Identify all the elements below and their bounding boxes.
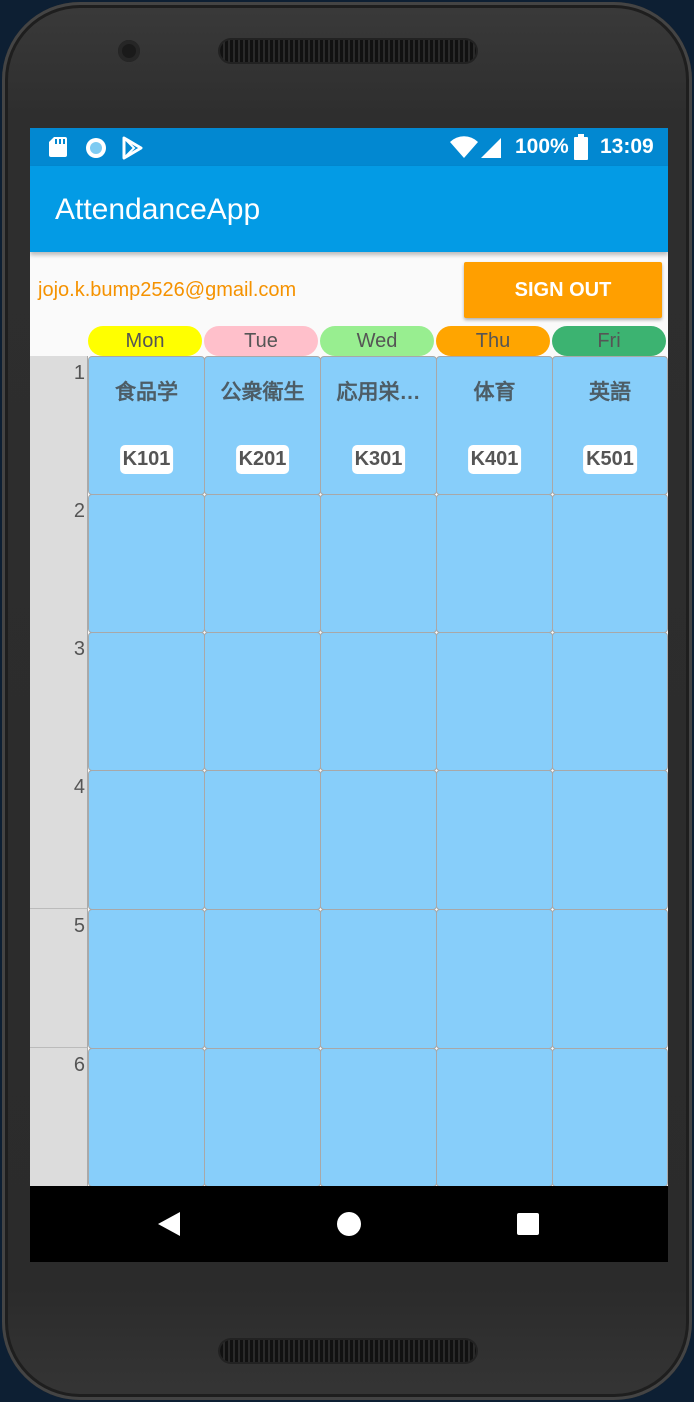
timetable-cell-fri-6[interactable]	[552, 1048, 668, 1187]
timetable-cell-mon-4[interactable]	[88, 770, 205, 910]
timetable-cell-thu-3[interactable]	[436, 632, 553, 771]
subject-name: 体育	[473, 381, 516, 404]
timetable-cell-wed-2[interactable]	[320, 494, 437, 633]
timetable-cell-wed-6[interactable]	[320, 1048, 437, 1187]
period-number: 3	[73, 638, 85, 660]
top-speaker	[220, 40, 476, 62]
timetable-cell-tue-3[interactable]	[204, 632, 321, 771]
battery-icon	[574, 134, 588, 160]
period-header-5: 5	[30, 909, 88, 1048]
sign-out-button[interactable]: SIGN OUT	[464, 262, 662, 318]
room-badge: K401	[467, 445, 522, 474]
bottom-speaker	[220, 1340, 476, 1362]
day-header-mon: Mon	[88, 326, 202, 356]
period-number: 2	[73, 500, 85, 522]
timetable-cell-mon-3[interactable]	[88, 632, 205, 771]
timetable-cell-thu-1[interactable]: 体育 K401	[436, 356, 553, 495]
timetable-cell-fri-4[interactable]	[552, 770, 668, 910]
period-number: 6	[73, 1054, 85, 1076]
subject-name: 英語	[589, 381, 631, 404]
period-header-6: 6	[30, 1048, 88, 1187]
navigation-bar	[30, 1186, 668, 1262]
clock: 13:09	[600, 135, 654, 158]
play-store-icon	[122, 136, 143, 160]
back-icon[interactable]	[156, 1210, 182, 1238]
period-number: 4	[73, 776, 85, 798]
timetable-cell-wed-5[interactable]	[320, 909, 437, 1049]
timetable-cell-tue-2[interactable]	[204, 494, 321, 633]
timetable-cell-mon-5[interactable]	[88, 909, 205, 1049]
room-badge: K201	[235, 445, 290, 474]
battery-percent: 100%	[515, 135, 569, 158]
timetable-cell-tue-5[interactable]	[204, 909, 321, 1049]
timetable-cell-thu-5[interactable]	[436, 909, 553, 1049]
period-header-3: 3	[30, 632, 88, 771]
room-badge: K101	[119, 445, 174, 474]
timetable-cell-thu-2[interactable]	[436, 494, 553, 633]
user-email: jojo.k.bump2526@gmail.com	[38, 279, 297, 301]
timetable-cell-fri-1[interactable]: 英語 K501	[552, 356, 668, 495]
day-header-thu: Thu	[436, 326, 550, 356]
period-header-2: 2	[30, 494, 88, 633]
day-header-wed: Wed	[320, 326, 434, 356]
timetable-cell-fri-5[interactable]	[552, 909, 668, 1049]
sd-card-icon	[49, 137, 67, 157]
day-header-fri: Fri	[552, 326, 666, 356]
screen: 100% 13:09 AttendanceApp jojo.k.bump2526…	[30, 128, 668, 1262]
timetable-cell-mon-6[interactable]	[88, 1048, 205, 1187]
app-bar: AttendanceApp	[30, 166, 668, 252]
phone-frame: 100% 13:09 AttendanceApp jojo.k.bump2526…	[2, 2, 692, 1400]
timetable-cell-wed-1[interactable]: 応用栄… K301	[320, 356, 437, 495]
room-badge: K301	[351, 445, 406, 474]
wifi-icon	[450, 136, 478, 158]
timetable-cell-fri-2[interactable]	[552, 494, 668, 633]
timetable-cell-tue-1[interactable]: 公衆衛生 K201	[204, 356, 321, 495]
period-header-4: 4	[30, 770, 88, 909]
timetable-cell-thu-4[interactable]	[436, 770, 553, 910]
timetable-cell-tue-6[interactable]	[204, 1048, 321, 1187]
period-header-1: 1	[30, 356, 88, 495]
subject-name: 応用栄…	[336, 381, 421, 404]
timetable-cell-fri-3[interactable]	[552, 632, 668, 771]
status-bar: 100% 13:09	[30, 128, 668, 166]
timetable-cell-mon-1[interactable]: 食品学 K101	[88, 356, 205, 495]
timetable-cell-wed-4[interactable]	[320, 770, 437, 910]
cell-signal-icon	[481, 138, 501, 158]
recent-apps-icon[interactable]	[516, 1212, 540, 1236]
home-icon[interactable]	[336, 1211, 362, 1237]
timetable-cell-mon-2[interactable]	[88, 494, 205, 633]
front-camera	[118, 40, 140, 62]
app-title: AttendanceApp	[55, 193, 261, 226]
timetable-grid: 1 2 3 4 5 6 食品学 K101 公衆衛生 K201 応用栄… K301…	[30, 356, 668, 1187]
circle-notification-icon	[86, 138, 106, 158]
subject-name: 食品学	[115, 381, 178, 404]
timetable-cell-thu-6[interactable]	[436, 1048, 553, 1187]
timetable-cell-wed-3[interactable]	[320, 632, 437, 771]
period-number: 5	[73, 915, 85, 937]
timetable-cell-tue-4[interactable]	[204, 770, 321, 910]
day-header-tue: Tue	[204, 326, 318, 356]
subject-name: 公衆衛生	[220, 381, 305, 404]
room-badge: K501	[583, 445, 637, 474]
period-number: 1	[73, 362, 85, 384]
